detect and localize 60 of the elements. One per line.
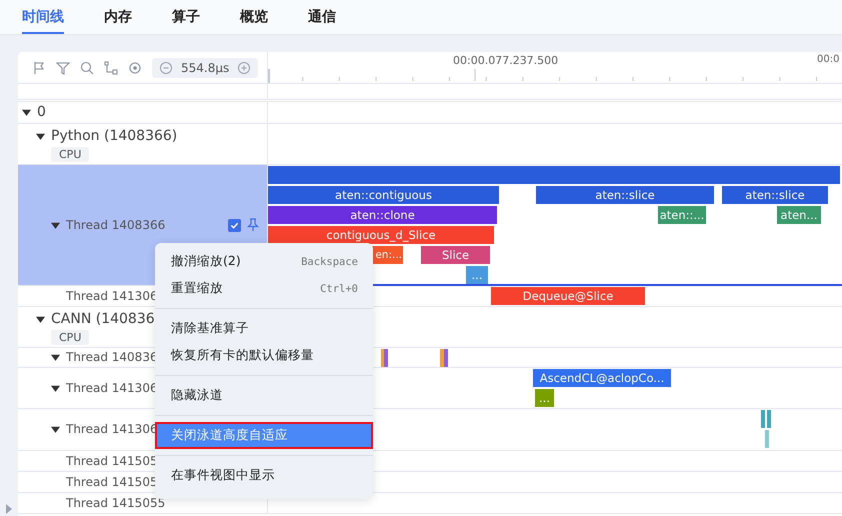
- event-marker[interactable]: [767, 410, 771, 428]
- event-bar[interactable]: aten::slice: [536, 186, 714, 204]
- event-bar[interactable]: Slice: [421, 246, 490, 264]
- lane-name: Thread 1408366: [66, 216, 166, 234]
- caret-icon[interactable]: [51, 220, 60, 230]
- event-bar[interactable]: ...: [535, 389, 554, 407]
- event-bar[interactable]: contiguous_d_Slice: [268, 226, 494, 244]
- time-label: 00:00.077.237.500: [453, 54, 558, 67]
- lane-name: CANN (140836: [51, 310, 155, 328]
- tab[interactable]: 内存: [104, 0, 132, 34]
- lane-tag: CPU: [51, 330, 90, 344]
- caret-icon[interactable]: [36, 314, 45, 324]
- filter-icon[interactable]: [56, 60, 70, 74]
- lane-name: Thread 141505: [66, 474, 158, 490]
- search-icon[interactable]: [80, 60, 94, 74]
- menu-item[interactable]: 隐藏泳道: [155, 382, 373, 409]
- event-bar[interactable]: aten::slice: [722, 186, 828, 204]
- expand-handle-icon[interactable]: [6, 504, 12, 514]
- event-bar[interactable]: ...: [466, 266, 488, 284]
- caret-icon[interactable]: [36, 132, 45, 140]
- menu-item[interactable]: 在事件视图中显示: [155, 462, 373, 489]
- event-marker[interactable]: [761, 410, 765, 428]
- event-bar[interactable]: aten...: [777, 206, 821, 224]
- tab[interactable]: 算子: [172, 0, 200, 34]
- tab[interactable]: 通信: [308, 0, 336, 34]
- event-marker[interactable]: [440, 349, 444, 367]
- event-bar[interactable]: aten::...: [658, 206, 706, 224]
- event-marker[interactable]: [268, 166, 840, 184]
- event-bar[interactable]: Dequeue@Slice: [491, 287, 645, 305]
- pin-icon[interactable]: [247, 218, 259, 232]
- event-marker[interactable]: [444, 349, 448, 367]
- event-bar[interactable]: AscendCL@aclopCo...: [533, 369, 671, 387]
- event-bar[interactable]: aten::clone: [268, 206, 497, 224]
- lane-checkbox[interactable]: [228, 218, 241, 232]
- event-bar[interactable]: aten::contiguous: [268, 186, 499, 204]
- caret-icon[interactable]: [51, 384, 60, 392]
- lane-tag: CPU: [51, 146, 90, 162]
- shortcut-hint: Ctrl+0: [320, 282, 358, 294]
- caret-icon[interactable]: [51, 353, 60, 362]
- event-marker[interactable]: [384, 349, 388, 367]
- link-nodes-icon[interactable]: [104, 60, 118, 74]
- flag-icon[interactable]: [32, 60, 46, 74]
- caret-icon[interactable]: [22, 108, 31, 117]
- menu-item[interactable]: 清除基准算子: [155, 315, 373, 342]
- lane-name: Thread 141505: [66, 452, 158, 470]
- event-marker[interactable]: [765, 430, 769, 448]
- tab[interactable]: 时间线: [22, 0, 64, 34]
- lane-name: Thread 1415055: [66, 494, 166, 512]
- lane-name: 0: [37, 103, 46, 122]
- caret-icon[interactable]: [51, 425, 60, 434]
- target-icon[interactable]: [128, 60, 142, 74]
- tab[interactable]: 概览: [240, 0, 268, 34]
- time-label: 00:0: [817, 54, 840, 65]
- menu-item[interactable]: 关闭泳道高度自适应: [155, 422, 373, 449]
- zoom-value: 554.8μs: [181, 60, 230, 74]
- zoom-out-icon[interactable]: [159, 60, 173, 74]
- zoom-in-icon[interactable]: [237, 60, 252, 74]
- shortcut-hint: Backspace: [301, 256, 358, 268]
- menu-item[interactable]: 恢复所有卡的默认偏移量: [155, 342, 373, 369]
- lane-name: Python (1408366): [51, 126, 178, 146]
